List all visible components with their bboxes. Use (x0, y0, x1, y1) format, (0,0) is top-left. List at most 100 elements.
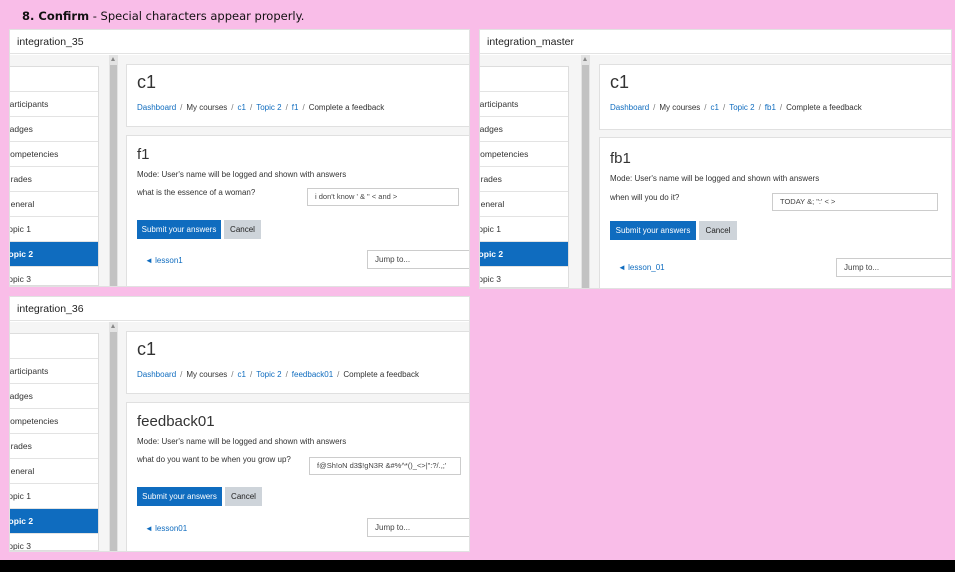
breadcrumb-separator: / (180, 103, 183, 112)
nav-item-topic-2[interactable]: Topic 2 (10, 509, 98, 534)
nav-item-general[interactable]: General (10, 192, 98, 217)
feedback-card: f1 Mode: User's name will be logged and … (126, 135, 469, 286)
cancel-button[interactable]: Cancel (699, 221, 737, 240)
cancel-button[interactable]: Cancel (225, 487, 262, 506)
breadcrumb-current: Complete a feedback (786, 103, 862, 112)
nav-item-badges[interactable]: Badges (10, 117, 98, 142)
nav-item-topic-3[interactable]: Topic 3 (480, 267, 568, 287)
feedback-title: fb1 (610, 150, 631, 167)
breadcrumb-dashboard[interactable]: Dashboard (137, 370, 176, 379)
breadcrumb-separator: / (249, 370, 253, 379)
scroll-up-arrow-icon[interactable] (583, 57, 587, 61)
answer-field[interactable]: f@Sh!oN d3$!gN3R &#%^*()_<>|":?/.,;' (309, 457, 461, 475)
page-header-card: c1 Dashboard / My courses / c1/Topic 2/fb1/C… (599, 64, 951, 130)
jump-to-select[interactable]: Jump to... (367, 518, 469, 537)
cancel-button[interactable]: Cancel (224, 220, 261, 239)
step-heading: 8. Confirm - Special characters appear p… (22, 9, 304, 23)
nav-item-topic-1[interactable]: Topic 1 (10, 217, 98, 242)
nav-item-topic-1[interactable]: Topic 1 (10, 484, 98, 509)
nav-scrollbar[interactable] (109, 322, 118, 551)
breadcrumb-separator: / (722, 103, 726, 112)
breadcrumb-separator: / (704, 103, 707, 112)
screenshot-panel: integration_master 1 Participants Badges… (479, 29, 952, 289)
breadcrumb-separator: / (337, 370, 340, 379)
nav-item-competencies[interactable]: Competencies (480, 142, 568, 167)
feedback-title: feedback01 (137, 413, 215, 430)
submit-answers-button[interactable]: Submit your answers (137, 220, 221, 239)
scroll-thumb[interactable] (110, 332, 117, 551)
nav-item-topic-1[interactable]: Topic 1 (480, 217, 568, 242)
feedback-mode-text: Mode: User's name will be logged and sho… (610, 174, 820, 183)
panel-title: integration_master (480, 30, 951, 54)
nav-item-competencies[interactable]: Competencies (10, 142, 98, 167)
nav-item-grades[interactable]: Grades (10, 167, 98, 192)
breadcrumb-course[interactable]: c1 (711, 103, 719, 112)
panel-title: integration_35 (10, 30, 469, 54)
answer-field[interactable]: i don't know ' & " < and > (307, 188, 459, 206)
breadcrumb-separator: / (653, 103, 656, 112)
nav-item-participants[interactable]: Participants (480, 92, 568, 117)
step-description: - Special characters appear properly. (89, 9, 305, 23)
submit-answers-button[interactable]: Submit your answers (137, 487, 222, 506)
nav-item-badges[interactable]: Badges (480, 117, 568, 142)
jump-to-select[interactable]: Jump to... (836, 258, 951, 277)
panel-title: integration_36 (10, 297, 469, 321)
course-title: c1 (137, 339, 157, 359)
moodle-page: 1 Participants Badges Competencies Grade… (10, 322, 469, 551)
nav-item-course[interactable]: 1 (480, 67, 568, 92)
breadcrumb: Dashboard / My courses / c1/Topic 2/feedback… (137, 370, 419, 379)
breadcrumb-topic[interactable]: Topic 2 (256, 103, 281, 112)
nav-item-general[interactable]: General (480, 192, 568, 217)
breadcrumb-feedback[interactable]: f1 (292, 103, 299, 112)
scroll-thumb[interactable] (582, 65, 589, 288)
feedback-mode-text: Mode: User's name will be logged and sho… (137, 437, 347, 446)
previous-activity-link[interactable]: ◄ lesson01 (145, 524, 187, 533)
nav-item-participants[interactable]: Participants (10, 92, 98, 117)
jump-to-select[interactable]: Jump to... (367, 250, 469, 269)
breadcrumb: Dashboard / My courses / c1/Topic 2/f1/Compl… (137, 103, 384, 112)
feedback-card: fb1 Mode: User's name will be logged and… (599, 137, 951, 288)
nav-item-course[interactable]: 1 (10, 67, 98, 92)
nav-item-topic-3[interactable]: Topic 3 (10, 534, 98, 550)
breadcrumb: Dashboard / My courses / c1/Topic 2/fb1/Comp… (610, 103, 862, 112)
breadcrumb-feedback[interactable]: feedback01 (292, 370, 333, 379)
course-title: c1 (610, 72, 630, 92)
previous-activity-link[interactable]: ◄ lesson1 (145, 256, 183, 265)
course-nav-drawer: 1 Participants Badges Competencies Grade… (10, 66, 99, 286)
breadcrumb-course[interactable]: c1 (238, 370, 246, 379)
nav-item-badges[interactable]: Badges (10, 384, 98, 409)
scroll-thumb[interactable] (110, 65, 117, 286)
moodle-page: 1 Participants Badges Competencies Grade… (480, 55, 951, 288)
scroll-up-arrow-icon[interactable] (111, 57, 115, 61)
nav-item-topic-2[interactable]: Topic 2 (10, 242, 98, 267)
nav-item-competencies[interactable]: Competencies (10, 409, 98, 434)
nav-item-course[interactable]: 1 (10, 334, 98, 359)
answer-field[interactable]: TODAY &; ":' < > (772, 193, 938, 211)
moodle-page: 1 Participants Badges Competencies Grade… (10, 55, 469, 286)
breadcrumb-separator: / (779, 103, 783, 112)
breadcrumb-dashboard[interactable]: Dashboard (137, 103, 176, 112)
step-label: 8. Confirm (22, 9, 90, 23)
nav-item-participants[interactable]: Participants (10, 359, 98, 384)
previous-activity-link[interactable]: ◄ lesson_01 (618, 263, 665, 272)
nav-item-grades[interactable]: Grades (10, 434, 98, 459)
breadcrumb-my-courses: My courses (659, 103, 701, 112)
course-title: c1 (137, 72, 157, 92)
submit-answers-button[interactable]: Submit your answers (610, 221, 696, 240)
scroll-up-arrow-icon[interactable] (111, 324, 115, 328)
nav-scrollbar[interactable] (109, 55, 118, 286)
breadcrumb-separator: / (302, 103, 305, 112)
breadcrumb-feedback[interactable]: fb1 (765, 103, 776, 112)
breadcrumb-separator: / (231, 370, 234, 379)
breadcrumb-course[interactable]: c1 (238, 103, 246, 112)
feedback-card: feedback01 Mode: User's name will be log… (126, 402, 469, 551)
breadcrumb-topic[interactable]: Topic 2 (256, 370, 281, 379)
breadcrumb-dashboard[interactable]: Dashboard (610, 103, 649, 112)
nav-item-general[interactable]: General (10, 459, 98, 484)
breadcrumb-separator: / (758, 103, 761, 112)
nav-item-topic-2[interactable]: Topic 2 (480, 242, 568, 267)
nav-item-grades[interactable]: Grades (480, 167, 568, 192)
breadcrumb-topic[interactable]: Topic 2 (729, 103, 754, 112)
nav-scrollbar[interactable] (581, 55, 590, 288)
nav-item-topic-3[interactable]: Topic 3 (10, 267, 98, 285)
